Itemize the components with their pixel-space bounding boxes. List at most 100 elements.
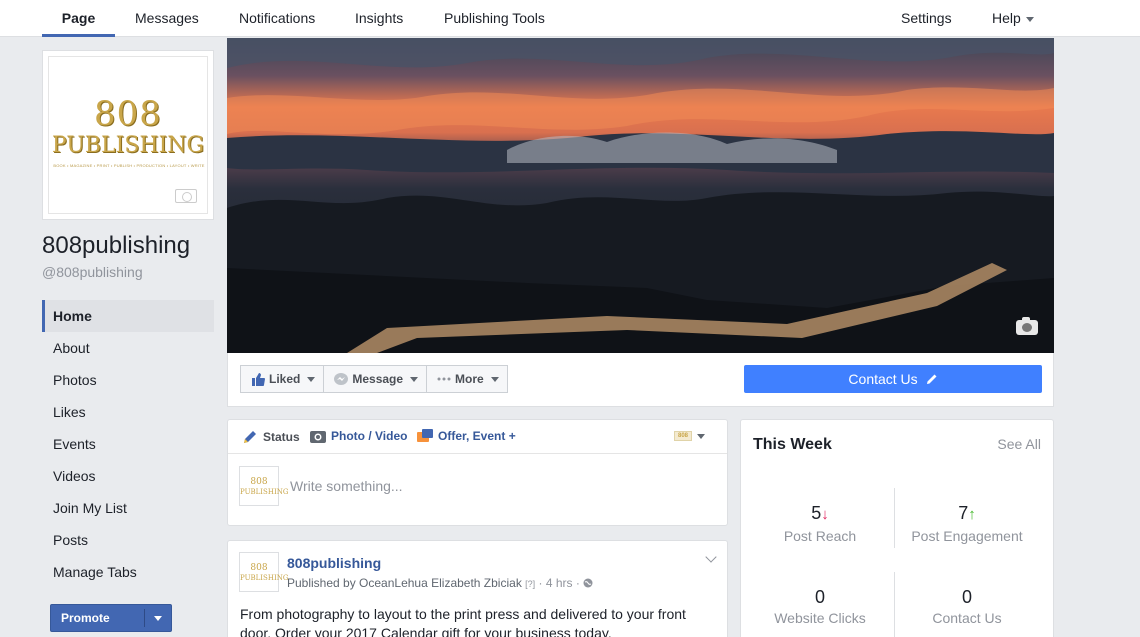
pencil-icon [244,431,256,443]
stat-contact-us[interactable]: 0 Contact Us [894,587,1040,626]
logo-tagline: BOOK • MAGAZINE • PRINT • PUBLISH • PROD… [53,163,205,168]
published-by-prefix: Published by [287,576,360,590]
avatar-text-publishing: PUBLISHING [240,488,289,496]
profile-logo: 808 PUBLISHING BOOK • MAGAZINE • PRINT •… [48,56,208,214]
avatar[interactable]: 808 PUBLISHING [239,552,288,592]
thumbs-up-icon [252,372,265,386]
caret-down-icon [697,433,705,439]
avatar[interactable]: 808 PUBLISHING [239,466,288,506]
stat-value: 0 [814,587,825,607]
stat-website-clicks[interactable]: 0 Website Clicks [747,587,893,626]
publisher-name[interactable]: OceanLehua Elizabeth Zbiciak [359,576,522,590]
more-button[interactable]: More [427,365,508,393]
stat-label: Post Engagement [911,528,1023,544]
feed-post: 808 PUBLISHING 808publishing Published by… [227,540,728,637]
stat-post-reach[interactable]: 5↓ Post Reach [747,503,893,544]
composer-tab-photo-video[interactable]: Photo / Video [310,429,407,443]
see-all-link[interactable]: See All [997,436,1041,452]
camera-icon[interactable] [175,189,197,203]
post-meta: Published by OceanLehua Elizabeth Zbicia… [287,576,593,590]
help-label: Help [992,10,1021,26]
globe-icon [583,578,593,588]
page-action-bar: Liked Message More Contact Us [227,353,1054,407]
post-body-text: From photography to layout to the print … [240,606,686,637]
more-dots-icon [437,377,451,381]
cover-sunset-scene [227,38,1054,353]
page-sidebar-nav: Home About Photos Likes Events Videos Jo… [42,300,214,588]
stat-post-engagement[interactable]: 7↑ Post Engagement [894,503,1040,544]
photo-video-label: Photo / Video [331,429,408,443]
sidebar-item-photos[interactable]: Photos [42,364,214,396]
stat-label: Contact Us [932,610,1002,626]
page-top-nav: Page Messages Notifications Insights Pub… [0,0,1140,37]
sidebar-item-home[interactable]: Home [42,300,214,332]
page-username[interactable]: @808publishing [42,264,143,280]
stat-value: 5 [811,503,822,523]
this-week-panel: This Week See All 5↓ Post Reach 7↑ Post … [740,419,1054,637]
post-composer: Status Photo / Video Offer, Event + 808 … [227,419,728,526]
message-button[interactable]: Message [324,365,428,393]
sidebar-item-videos[interactable]: Videos [42,460,214,492]
this-week-title: This Week [753,436,832,453]
help-link[interactable]: [?] [525,579,535,589]
promote-button[interactable]: Promote [50,604,172,632]
sidebar-item-about[interactable]: About [42,332,214,364]
tab-page[interactable]: Page [42,0,115,37]
sidebar-item-manage-tabs[interactable]: Manage Tabs [42,556,214,588]
write-something-input[interactable]: Write something... [290,478,403,494]
settings-link[interactable]: Settings [901,0,952,37]
stat-label: Website Clicks [774,610,866,626]
post-as-selector[interactable]: 808 [674,431,705,441]
composer-tabs: Status Photo / Video Offer, Event + 808 [228,420,727,454]
caret-down-icon [307,376,316,382]
trend-down-icon: ↓ [821,506,829,523]
tab-notifications[interactable]: Notifications [239,0,315,37]
caret-down-icon [1025,16,1034,22]
chevron-down-icon[interactable] [705,551,717,563]
contact-us-button[interactable]: Contact Us [744,365,1042,393]
liked-label: Liked [269,372,301,386]
logo-text-808: 808 [94,94,162,134]
offer-event-label: Offer, Event + [438,429,516,443]
stat-value: 7 [958,503,969,523]
divider [144,609,145,627]
avatar-text-808: 808 [250,477,268,487]
caret-down-icon [410,376,419,382]
cover-photo[interactable] [227,38,1054,353]
sidebar-item-join-my-list[interactable]: Join My List [42,492,214,524]
more-label: More [455,372,484,386]
logo-text-publishing: PUBLISHING [51,133,205,158]
post-author-link[interactable]: 808publishing [287,555,381,571]
camera-icon [310,431,326,443]
message-label: Message [352,372,404,386]
avatar-text-publishing: PUBLISHING [240,574,289,582]
profile-picture[interactable]: 808 PUBLISHING BOOK • MAGAZINE • PRINT •… [42,50,214,220]
composer-tab-status[interactable]: Status [242,429,300,445]
stat-value: 0 [961,587,972,607]
composer-tab-offer-event[interactable]: Offer, Event + [417,429,516,443]
trend-up-icon: ↑ [968,506,976,523]
liked-button[interactable]: Liked [240,365,325,393]
help-menu[interactable]: Help [992,0,1034,37]
sidebar-item-posts[interactable]: Posts [42,524,214,556]
caret-down-icon [490,376,499,382]
tab-insights[interactable]: Insights [355,0,403,37]
page-avatar-small: 808 [674,431,692,441]
camera-icon[interactable] [1016,317,1038,335]
caret-down-icon[interactable] [154,616,162,621]
post-timestamp[interactable]: 4 hrs [546,576,573,590]
tab-messages[interactable]: Messages [135,0,199,37]
sidebar-item-events[interactable]: Events [42,428,214,460]
promote-label: Promote [61,611,110,625]
status-label: Status [263,430,300,444]
page-title[interactable]: 808publishing [42,232,190,260]
messenger-icon [334,372,349,385]
offer-tag-icon [417,429,433,442]
avatar-text-808: 808 [250,563,268,573]
tab-publishing-tools[interactable]: Publishing Tools [444,0,545,37]
pencil-icon[interactable] [926,373,938,385]
sidebar-item-likes[interactable]: Likes [42,396,214,428]
stat-label: Post Reach [783,528,857,544]
action-button-group: Liked Message More [240,365,508,393]
contact-us-label: Contact Us [848,371,918,387]
